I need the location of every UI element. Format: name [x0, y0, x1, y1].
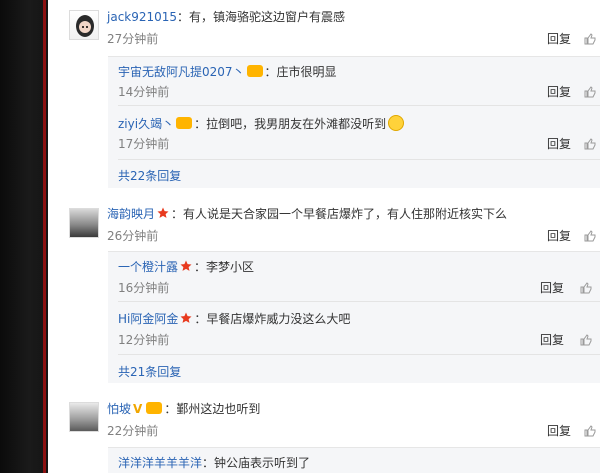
reply-button[interactable]: 回复 [547, 136, 571, 152]
comment-time: 22分钟前 [107, 424, 159, 438]
reply-button[interactable]: 回复 [540, 280, 564, 296]
reply-line: 一个橙汁露 ：李梦小区 [118, 259, 254, 275]
reply-text: ：早餐店爆炸威力没这么大吧 [194, 312, 351, 326]
reply-list: 宇宙无敌阿凡提0207丶 ：庄市很明显 14分钟前 回复 ziyi久竭丶 ：拉倒吧，… [108, 56, 600, 188]
reply-time: 16分钟前 [118, 281, 170, 295]
reply-text: ：李梦小区 [194, 260, 255, 274]
reply-time: 12分钟前 [118, 333, 170, 347]
left-dark-background [0, 0, 48, 473]
thumbs-up-icon[interactable] [584, 33, 596, 45]
comment-line: 怕坡 V ：鄞州这边也听到 [107, 401, 260, 417]
reply-text: ：钟公庙表示听到了 [202, 456, 311, 470]
comment-text: ：鄞州这边也听到 [164, 402, 261, 416]
comment-time: 27分钟前 [107, 32, 159, 46]
thumbs-up-icon[interactable] [584, 425, 596, 437]
reply-list: 洋洋洋羊羊羊洋：钟公庙表示听到了 [108, 447, 600, 473]
reply-line: 宇宙无敌阿凡提0207丶 ：庄市很明显 [118, 64, 337, 80]
comment-line: jack921015：有，镇海骆驼这边窗户有震感 [107, 9, 345, 25]
star-icon [157, 207, 169, 218]
username-link[interactable]: Hi阿金阿金 [118, 312, 178, 326]
reply-time: 17分钟前 [118, 137, 170, 151]
username-link[interactable]: 怕坡 [107, 402, 131, 416]
reply-line: 洋洋洋羊羊羊洋：钟公庙表示听到了 [118, 455, 310, 471]
thumbs-up-icon[interactable] [580, 282, 592, 294]
comment-text: ：有人说是天合家园一个早餐店爆炸了，有人住那附近核实下么 [171, 207, 508, 221]
divider [118, 354, 600, 355]
reply-text: ：拉倒吧，我男朋友在外滩都没听到 [194, 117, 387, 131]
reply-button[interactable]: 回复 [540, 332, 564, 348]
smirk-emoji-icon [388, 115, 405, 131]
reply-list: 一个橙汁露 ：李梦小区 16分钟前 回复 Hi阿金阿金 ：早餐店爆炸威力没这么大吧 … [108, 251, 600, 383]
thumbs-up-icon[interactable] [580, 334, 592, 346]
avatar[interactable] [69, 208, 99, 238]
username-link[interactable]: 洋洋洋羊羊羊洋 [118, 456, 202, 470]
thumbs-up-icon[interactable] [584, 138, 596, 150]
vip-icon [246, 65, 263, 77]
more-replies-link[interactable]: 共21条回复 [118, 364, 181, 380]
reply-button[interactable]: 回复 [547, 84, 571, 100]
vip-icon [146, 402, 163, 414]
username-link[interactable]: jack921015 [107, 10, 177, 24]
reply-text: ：庄市很明显 [264, 65, 337, 79]
divider [118, 301, 600, 302]
reply-button[interactable]: 回复 [547, 31, 571, 47]
username-link[interactable]: ziyi久竭丶 [118, 117, 174, 131]
username-link[interactable]: 宇宙无敌阿凡提0207丶 [118, 65, 245, 79]
star-icon [180, 312, 192, 323]
thumbs-up-icon[interactable] [584, 230, 596, 242]
star-icon [180, 260, 192, 271]
comment-text: ：有，镇海骆驼这边窗户有震感 [177, 10, 346, 24]
reply-button[interactable]: 回复 [547, 228, 571, 244]
verified-v-icon: V [133, 402, 143, 416]
avatar[interactable] [69, 402, 99, 432]
comment-line: 海韵映月 ：有人说是天合家园一个早餐店爆炸了，有人住那附近核实下么 [107, 206, 507, 222]
comments-panel: jack921015：有，镇海骆驼这边窗户有震感 27分钟前 回复 宇宙无敌阿凡… [48, 0, 600, 473]
comment-time: 26分钟前 [107, 229, 159, 243]
username-link[interactable]: 一个橙汁露 [118, 260, 178, 274]
reply-line: Hi阿金阿金 ：早餐店爆炸威力没这么大吧 [118, 311, 350, 327]
vip-icon [176, 117, 193, 129]
divider [118, 159, 600, 160]
avatar[interactable] [69, 10, 99, 40]
reply-line: ziyi久竭丶 ：拉倒吧，我男朋友在外滩都没听到 [118, 115, 405, 132]
divider [118, 105, 600, 106]
more-replies-link[interactable]: 共22条回复 [118, 168, 181, 184]
reply-time: 14分钟前 [118, 85, 170, 99]
username-link[interactable]: 海韵映月 [107, 207, 155, 221]
reply-button[interactable]: 回复 [547, 423, 571, 439]
red-divider-line [43, 0, 46, 473]
thumbs-up-icon[interactable] [584, 86, 596, 98]
